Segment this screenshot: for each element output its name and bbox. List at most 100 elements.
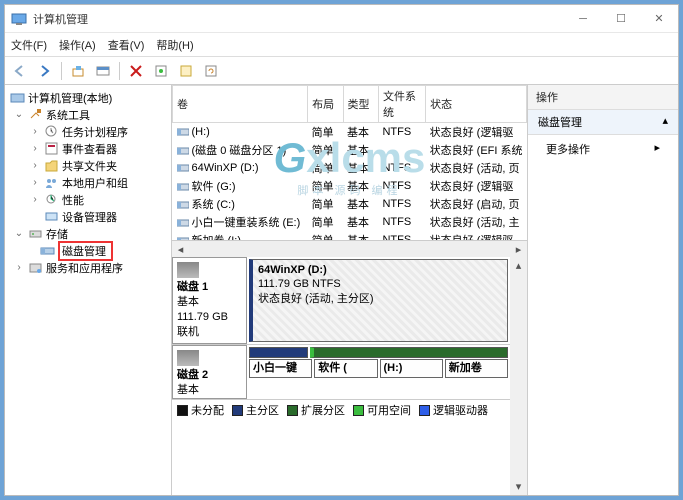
partition[interactable]: 新加卷 [445, 359, 508, 377]
tree-item[interactable]: 设备管理器 [7, 208, 169, 225]
volume-icon [177, 218, 189, 228]
menu-file[interactable]: 文件(F) [11, 37, 47, 53]
tree-item[interactable]: ›事件查看器 [7, 140, 169, 157]
volume-list: 卷 布局 类型 文件系统 状态 (H:)简单基本NTFS状态良好 (逻辑驱(磁盘… [172, 85, 527, 240]
table-row[interactable]: (磁盘 0 磁盘分区 1)简单基本状态良好 (EFI 系统 [173, 141, 527, 159]
legend-item: 扩展分区 [287, 402, 345, 418]
scroll-left-icon[interactable]: ◂ [172, 241, 189, 257]
disk-row-2[interactable]: 磁盘 2 基本 小白一键 软件 ( (H:) [172, 345, 510, 399]
tree-item[interactable]: ›共享文件夹 [7, 157, 169, 174]
legend: 未分配主分区扩展分区可用空间逻辑驱动器 [172, 399, 510, 420]
legend-item: 未分配 [177, 402, 224, 418]
disk2-header: 磁盘 2 基本 [172, 345, 247, 399]
legend-item: 主分区 [232, 402, 279, 418]
disk-graph-wrap: 磁盘 1 基本 111.79 GB 联机 64WinXP (D:) 111.79… [172, 257, 527, 495]
col-type[interactable]: 类型 [343, 86, 378, 123]
partition[interactable]: 64WinXP (D:) 111.79 GB NTFS 状态良好 (活动, 主分… [249, 259, 508, 342]
partition[interactable]: (H:) [380, 359, 443, 377]
partition[interactable]: 软件 ( [314, 359, 377, 377]
app-icon [11, 11, 27, 27]
expand-icon[interactable]: › [13, 262, 25, 273]
tree-disk-mgmt[interactable]: 磁盘管理 [7, 242, 169, 259]
scroll-right-icon[interactable]: ▸ [510, 241, 527, 257]
actions-more[interactable]: 更多操作▸ [528, 135, 678, 163]
chevron-right-icon: ▸ [654, 141, 660, 157]
up-icon[interactable] [67, 60, 89, 82]
back-icon[interactable] [9, 60, 31, 82]
maximize-button[interactable]: ☐ [602, 5, 640, 33]
partition-bar[interactable] [310, 347, 508, 358]
minimize-button[interactable]: ─ [564, 5, 602, 33]
legend-item: 逻辑驱动器 [419, 402, 488, 418]
menubar: 文件(F) 操作(A) 查看(V) 帮助(H) [5, 33, 678, 57]
toolbar [5, 57, 678, 85]
menu-view[interactable]: 查看(V) [108, 37, 145, 53]
volume-table[interactable]: 卷 布局 类型 文件系统 状态 (H:)简单基本NTFS状态良好 (逻辑驱(磁盘… [172, 85, 527, 240]
table-row[interactable]: 小白一键重装系统 (E:)简单基本NTFS状态良好 (活动, 主 [173, 213, 527, 231]
disk1-header: 磁盘 1 基本 111.79 GB 联机 [172, 257, 247, 344]
menu-help[interactable]: 帮助(H) [156, 37, 193, 53]
close-button[interactable]: ✕ [640, 5, 678, 33]
expand-icon[interactable]: › [29, 194, 41, 205]
tree-services[interactable]: ›服务和应用程序 [7, 259, 169, 276]
actions-pane: 操作 磁盘管理▴ 更多操作▸ [528, 85, 678, 495]
main-area: 计算机管理(本地) ⌄系统工具 ›任务计划程序 ›事件查看器 ›共享文件夹 ›本… [5, 85, 678, 495]
scroll-track[interactable] [510, 274, 527, 478]
col-status[interactable]: 状态 [426, 86, 527, 123]
table-row[interactable]: (H:)简单基本NTFS状态良好 (逻辑驱 [173, 123, 527, 142]
col-volume[interactable]: 卷 [173, 86, 308, 123]
menu-action[interactable]: 操作(A) [59, 37, 96, 53]
hscrollbar[interactable]: ◂ ▸ [172, 240, 527, 257]
tree-sys-tools[interactable]: ⌄系统工具 [7, 106, 169, 123]
nav-tree: 计算机管理(本地) ⌄系统工具 ›任务计划程序 ›事件查看器 ›共享文件夹 ›本… [5, 85, 172, 495]
expand-icon[interactable]: › [29, 177, 41, 188]
table-row[interactable]: 系统 (C:)简单基本NTFS状态良好 (启动, 页 [173, 195, 527, 213]
expand-icon[interactable]: › [29, 143, 41, 154]
table-row[interactable]: 新加卷 (I:)简单基本NTFS状态良好 (逻辑驱 [173, 231, 527, 240]
content-pane: 卷 布局 类型 文件系统 状态 (H:)简单基本NTFS状态良好 (逻辑驱(磁盘… [172, 85, 528, 495]
volume-icon [177, 200, 189, 210]
actions-header: 操作 [528, 85, 678, 110]
disk-icon [177, 350, 199, 366]
forward-icon[interactable] [34, 60, 56, 82]
volume-icon [177, 182, 189, 192]
expand-icon[interactable]: ⌄ [13, 109, 25, 120]
properties-icon[interactable] [150, 60, 172, 82]
disk-row-1[interactable]: 磁盘 1 基本 111.79 GB 联机 64WinXP (D:) 111.79… [172, 257, 510, 345]
expand-icon[interactable]: › [29, 126, 41, 137]
expand-icon[interactable]: › [29, 160, 41, 171]
vscrollbar[interactable]: ▴ ▾ [510, 257, 527, 495]
window-title: 计算机管理 [33, 11, 564, 27]
refresh-icon[interactable] [200, 60, 222, 82]
scroll-down-icon[interactable]: ▾ [510, 478, 527, 495]
scroll-track[interactable] [189, 241, 510, 257]
separator [119, 62, 120, 80]
titlebar: 计算机管理 ─ ☐ ✕ [5, 5, 678, 33]
volume-icon [177, 146, 189, 156]
scroll-up-icon[interactable]: ▴ [510, 257, 527, 274]
volume-icon [177, 163, 189, 173]
disk-graph: 磁盘 1 基本 111.79 GB 联机 64WinXP (D:) 111.79… [172, 257, 510, 495]
table-row[interactable]: 64WinXP (D:)简单基本NTFS状态良好 (活动, 页 [173, 159, 527, 177]
tree-root[interactable]: 计算机管理(本地) [7, 89, 169, 106]
expand-icon[interactable]: ⌄ [13, 228, 25, 239]
window: 计算机管理 ─ ☐ ✕ 文件(F) 操作(A) 查看(V) 帮助(H) 计算机管… [4, 4, 679, 496]
tree-storage[interactable]: ⌄存储 [7, 225, 169, 242]
col-fs[interactable]: 文件系统 [378, 86, 425, 123]
volume-icon [177, 236, 189, 240]
console-icon[interactable] [92, 60, 114, 82]
delete-icon[interactable] [125, 60, 147, 82]
tree-item[interactable]: ›性能 [7, 191, 169, 208]
partition-bar[interactable] [249, 347, 308, 358]
actions-section[interactable]: 磁盘管理▴ [528, 110, 678, 135]
volume-icon [177, 127, 189, 137]
table-row[interactable]: 软件 (G:)简单基本NTFS状态良好 (逻辑驱 [173, 177, 527, 195]
partition[interactable]: 小白一键 [249, 359, 312, 377]
tree-item[interactable]: ›本地用户和组 [7, 174, 169, 191]
tree-item[interactable]: ›任务计划程序 [7, 123, 169, 140]
filter-icon[interactable] [175, 60, 197, 82]
collapse-icon[interactable]: ▴ [662, 114, 668, 130]
separator [61, 62, 62, 80]
col-layout[interactable]: 布局 [308, 86, 343, 123]
legend-item: 可用空间 [353, 402, 411, 418]
